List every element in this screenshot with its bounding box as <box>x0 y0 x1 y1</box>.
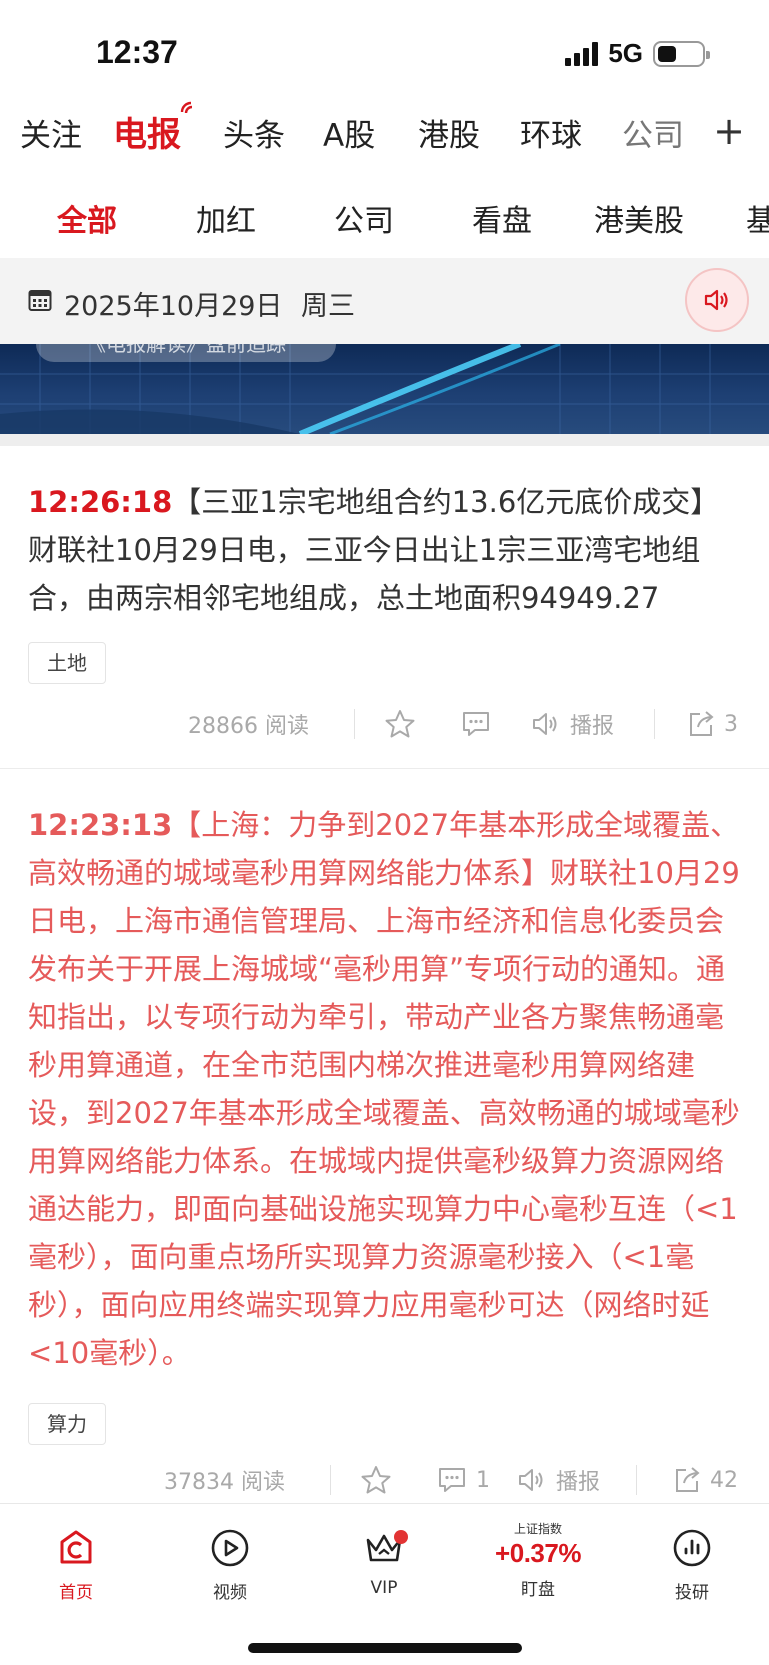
broadcast-item-button[interactable]: 播报 <box>516 1460 600 1500</box>
network-type: 5G <box>608 38 643 68</box>
top-nav: 关注 电报 头条 A股 港股 环球 公司 + <box>0 96 769 174</box>
top-nav-item-global[interactable]: 环球 <box>520 110 582 155</box>
top-nav-item-hk-stocks[interactable]: 港股 <box>418 110 480 155</box>
telegraph-item[interactable]: 12:23:13【上海：力争到2027年基本形成全域覆盖、高效畅通的城域毫秒用算… <box>0 769 769 1503</box>
action-bar: 28866 阅读 播报 3 <box>0 704 769 744</box>
share-icon <box>690 711 714 736</box>
telegraph-body: 财联社10月29日电，上海市通信管理局、上海市经济和信息化委员会发布关于开展上海… <box>28 856 740 1370</box>
add-channel-button[interactable]: + <box>713 112 745 150</box>
divider <box>636 1465 637 1495</box>
tab-label: 视频 <box>213 1583 247 1603</box>
signal-icon <box>565 41 599 66</box>
top-nav-item-telegraph[interactable]: 电报 <box>113 107 181 156</box>
tab-video[interactable]: 视频 <box>180 1518 280 1603</box>
weekday-value: 周三 <box>301 291 356 322</box>
share-button[interactable]: 3 <box>686 704 738 744</box>
topic-tag[interactable]: 算力 <box>28 1403 106 1445</box>
top-nav-item-headlines[interactable]: 头条 <box>223 110 285 155</box>
bottom-tab-bar: 首页 视频 VIP 上证指数 +0.37% 盯盘 投研 <box>0 1503 769 1665</box>
status-time: 12:37 <box>96 34 178 70</box>
star-icon <box>361 1466 391 1494</box>
status-indicators: 5G <box>565 38 710 69</box>
broadcast-item-button[interactable]: 播报 <box>530 704 614 744</box>
divider <box>354 709 355 739</box>
telegraph-text: 12:23:13【上海：力争到2027年基本形成全域覆盖、高效畅通的城域毫秒用算… <box>28 801 742 1377</box>
battery-icon <box>653 40 710 67</box>
telegraph-body: 财联社10月29日电，三亚今日出让1宗三亚湾宅地组合，由两宗相邻宅地组成，总土地… <box>28 533 701 615</box>
share-button[interactable]: 42 <box>672 1460 738 1500</box>
banner-pill: 《电报解读》盘前追踪 <box>36 344 336 362</box>
telegraph-item[interactable]: 12:26:18【三亚1宗宅地组合约13.6亿元底价成交】财联社10月29日电，… <box>0 446 769 768</box>
comment-button[interactable] <box>460 704 492 744</box>
section-gap <box>0 434 769 446</box>
speaker-icon <box>519 1469 543 1491</box>
read-count: 37834 阅读 <box>164 1470 285 1495</box>
divider <box>330 1465 331 1495</box>
sub-nav-item-fund[interactable]: 基 <box>746 196 769 240</box>
divider <box>654 709 655 739</box>
comment-icon <box>439 1468 465 1492</box>
favorite-button[interactable] <box>360 1460 392 1500</box>
share-count: 42 <box>710 1467 738 1493</box>
comment-button[interactable]: 1 <box>436 1460 490 1500</box>
comment-icon <box>463 712 489 736</box>
play-circle-icon <box>211 1529 249 1567</box>
telegraph-text: 12:26:18【三亚1宗宅地组合约13.6亿元底价成交】财联社10月29日电，… <box>28 478 742 622</box>
tab-label: 首页 <box>59 1583 93 1603</box>
top-nav-item-a-shares[interactable]: A股 <box>323 110 375 155</box>
home-c-icon <box>60 1530 92 1564</box>
bar-chart-circle-icon <box>673 1529 711 1567</box>
action-bar: 37834 阅读 1 播报 42 <box>0 1460 769 1500</box>
telegraph-time: 12:23:13 <box>28 808 173 842</box>
date-value: 2025年10月29日 <box>64 291 283 322</box>
top-nav-item-follow[interactable]: 关注 <box>20 110 82 155</box>
top-nav-item-company[interactable]: 公司 <box>622 110 684 155</box>
status-bar: 12:37 5G <box>0 0 769 100</box>
star-icon <box>385 710 415 738</box>
favorite-button[interactable] <box>384 704 416 744</box>
share-count: 3 <box>724 711 738 737</box>
broadcast-label: 播报 <box>556 1470 601 1495</box>
tab-label: VIP <box>370 1578 398 1598</box>
sub-nav: 全部 加红 公司 看盘 港美股 基 <box>0 174 769 258</box>
calendar-icon <box>28 290 52 311</box>
date-bar: 2025年10月29日 周三 <box>0 258 769 344</box>
share-icon <box>676 1467 700 1492</box>
telegraph-time: 12:26:18 <box>28 485 173 519</box>
promo-banner[interactable]: 《电报解读》盘前追踪 <box>0 344 769 434</box>
index-change: +0.37% <box>495 1538 581 1568</box>
wave-icon <box>180 101 193 114</box>
tab-home[interactable]: 首页 <box>26 1518 126 1603</box>
notification-dot <box>394 1530 408 1544</box>
home-indicator <box>248 1643 522 1653</box>
sub-nav-item-all[interactable]: 全部 <box>57 196 117 240</box>
topic-tag[interactable]: 土地 <box>28 642 106 684</box>
tab-label: 投研 <box>675 1583 709 1603</box>
comment-count: 1 <box>476 1467 490 1493</box>
broadcast-label: 播报 <box>570 714 615 739</box>
speaker-icon <box>533 713 557 735</box>
date-label: 2025年10月29日 周三 <box>64 284 355 323</box>
sub-nav-item-hk-us[interactable]: 港美股 <box>594 196 684 240</box>
telegraph-title: 【三亚1宗宅地组合约13.6亿元底价成交】 <box>172 485 720 519</box>
sub-nav-item-watch[interactable]: 看盘 <box>472 196 532 240</box>
tab-research[interactable]: 投研 <box>642 1518 742 1603</box>
read-count: 28866 阅读 <box>188 714 309 739</box>
tab-watch[interactable]: 上证指数 +0.37% 盯盘 <box>488 1518 588 1600</box>
tab-label: 盯盘 <box>521 1580 555 1600</box>
speaker-icon <box>704 289 728 311</box>
broadcast-button[interactable] <box>685 268 749 332</box>
tab-vip[interactable]: VIP <box>334 1518 434 1598</box>
sub-nav-item-red[interactable]: 加红 <box>196 196 256 240</box>
sub-nav-item-company[interactable]: 公司 <box>334 196 394 240</box>
index-name: 上证指数 <box>513 1522 562 1536</box>
